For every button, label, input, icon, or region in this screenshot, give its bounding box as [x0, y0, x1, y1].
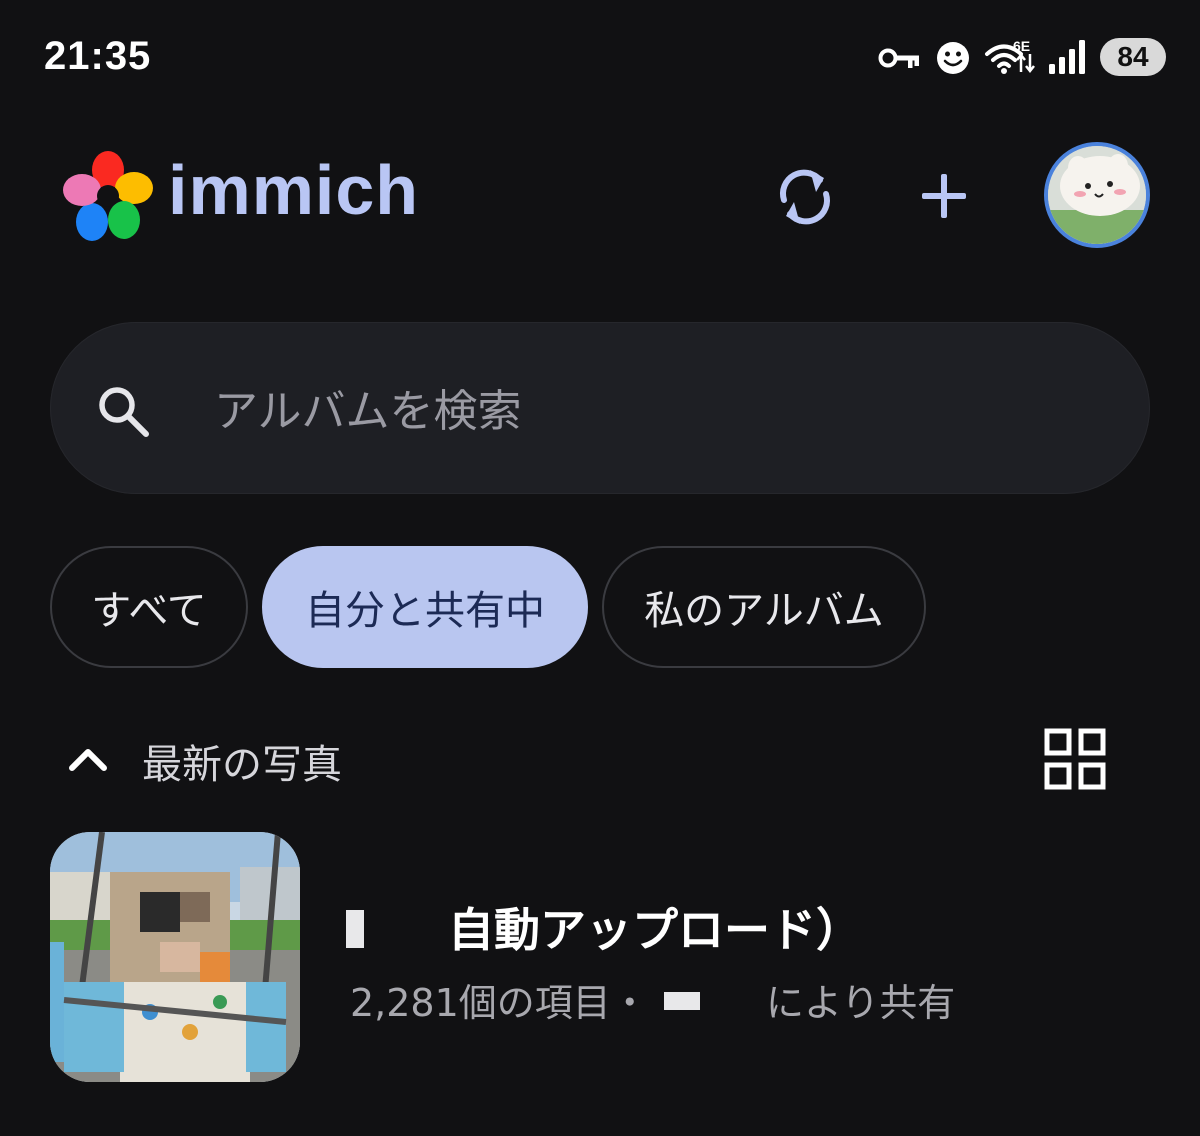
app-name: immich — [168, 151, 420, 229]
chevron-up-icon[interactable] — [66, 744, 110, 774]
redacted-owner-name — [346, 910, 364, 948]
avatar[interactable] — [1044, 142, 1150, 248]
sync-icon[interactable] — [774, 164, 836, 230]
filter-chip-my-albums[interactable]: 私のアルバム — [602, 546, 926, 668]
album-item-count: 2,281個の項目・ — [350, 981, 649, 1025]
battery-indicator: 84 — [1100, 38, 1166, 76]
section-title: 最新の写真 — [142, 742, 342, 788]
search-input[interactable] — [214, 376, 1094, 446]
filter-chip-shared-with-me[interactable]: 自分と共有中 — [262, 546, 588, 668]
album-thumbnail[interactable] — [50, 832, 300, 1082]
album-shared-by: により共有 — [766, 981, 956, 1025]
vpn-key-icon — [878, 48, 919, 68]
status-time: 21:35 — [44, 34, 152, 78]
filter-chip-all[interactable]: すべて — [50, 546, 248, 668]
smiley-icon — [937, 42, 969, 74]
add-icon[interactable] — [918, 170, 970, 222]
immich-logo-icon — [63, 151, 153, 241]
wifi-badge: 6E — [1013, 38, 1030, 54]
search-icon — [99, 387, 149, 437]
signal-icon — [1049, 40, 1085, 74]
album-title: 自動アップロード） — [448, 903, 862, 957]
wifi-icon: 6E — [985, 38, 1035, 74]
grid-view-icon[interactable] — [1044, 728, 1106, 790]
redacted-sharer-name — [664, 992, 700, 1010]
